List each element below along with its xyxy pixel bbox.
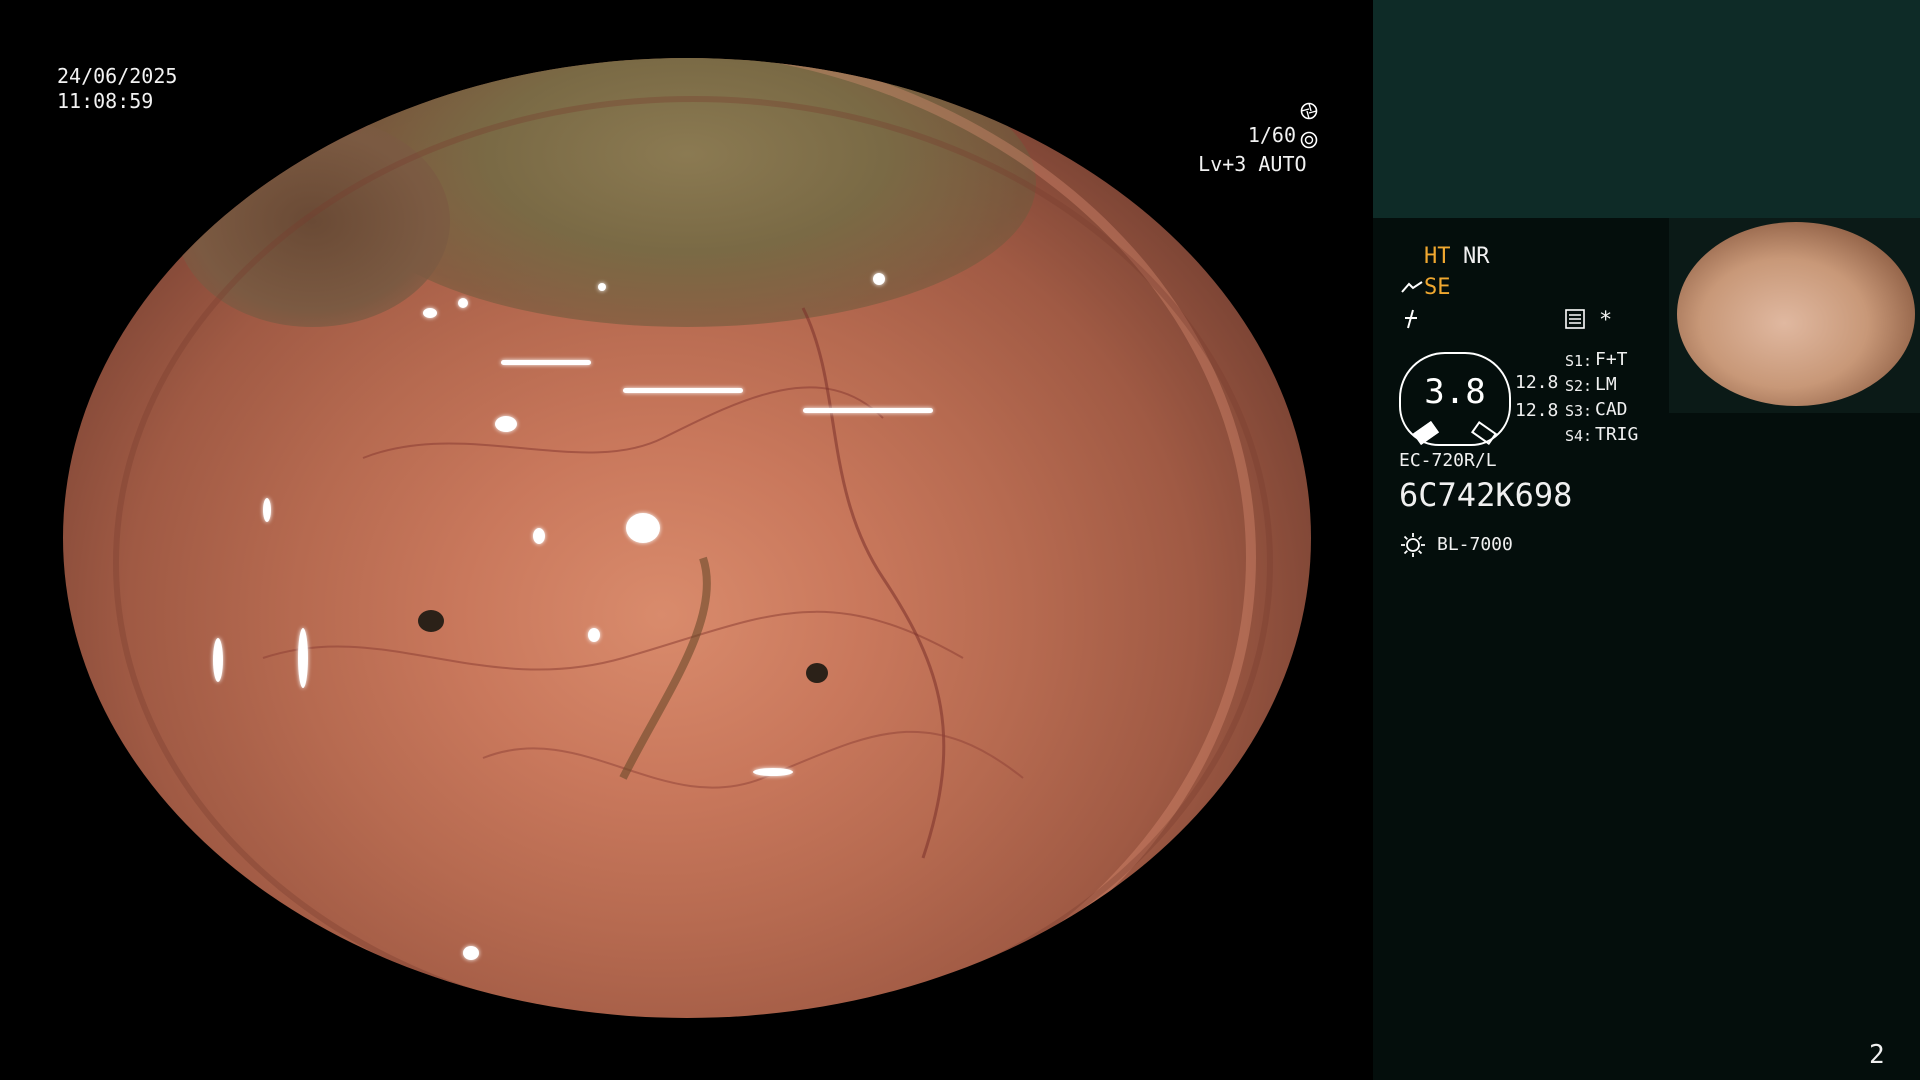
- osd-date: 24/06/2025: [57, 64, 178, 88]
- scope-tip-icon: [1401, 281, 1423, 293]
- switch-key-2: S2:: [1565, 377, 1593, 395]
- switch-value-2: LM: [1595, 374, 1617, 395]
- endoscopic-image: [63, 58, 1311, 1018]
- info-panel: HT NR SE * 3.8 12.8 12.8 S1: F+T S2: LM …: [1373, 0, 1920, 1080]
- nr-indicator: NR: [1463, 244, 1490, 269]
- specular-highlight: [423, 308, 437, 318]
- specular-highlight: [626, 513, 660, 543]
- osd-time: 11:08:59: [57, 89, 154, 113]
- frequency-icon: [1405, 309, 1417, 329]
- specular-highlight: [588, 628, 600, 642]
- switch-key-3: S3:: [1565, 402, 1593, 420]
- specular-highlight: [213, 638, 223, 682]
- panel-header-area: [1373, 0, 1920, 218]
- light-source-icon: [1401, 533, 1425, 557]
- auto-iris-icon: [1300, 131, 1318, 149]
- se-indicator: SE: [1424, 275, 1451, 300]
- specular-highlight: [463, 946, 479, 960]
- switch-value-4: TRIG: [1595, 424, 1639, 445]
- specular-highlight: [873, 273, 885, 285]
- page-number: 2: [1869, 1040, 1885, 1070]
- gauge-value: 3.8: [1424, 372, 1486, 412]
- gauge-right-value-2: 12.8: [1515, 400, 1559, 421]
- specular-highlight: [598, 283, 606, 291]
- specular-highlight: [803, 408, 933, 413]
- debris-spot: [806, 663, 828, 683]
- switch-value-1: F+T: [1595, 349, 1628, 370]
- switch-key-4: S4:: [1565, 427, 1593, 445]
- thumbnail-preview[interactable]: [1669, 218, 1920, 413]
- specular-highlight: [501, 360, 591, 365]
- switch-value-3: CAD: [1595, 399, 1628, 420]
- light-source-model: BL-7000: [1437, 534, 1513, 555]
- specular-highlight: [533, 528, 545, 544]
- asterisk-indicator: *: [1599, 308, 1613, 333]
- specular-highlight: [458, 298, 468, 308]
- gauge-marker-right: [1470, 420, 1498, 446]
- gauge-right-value-1: 12.8: [1515, 372, 1559, 393]
- osd-level: Lv+3 AUTO: [1150, 127, 1306, 202]
- specular-highlight: [753, 768, 793, 776]
- gauge-marker-left: [1412, 420, 1440, 446]
- shutter-icon: [1300, 102, 1318, 120]
- specular-highlight: [495, 416, 517, 432]
- switch-key-1: S1:: [1565, 352, 1593, 370]
- vessel-pattern: [262, 307, 1024, 859]
- specular-highlight: [263, 498, 271, 522]
- level-value: Lv+3 AUTO: [1198, 152, 1307, 176]
- structure-gauge: 3.8: [1399, 352, 1511, 446]
- scope-serial: 6C742K698: [1399, 476, 1573, 514]
- debris-spot: [418, 610, 444, 632]
- ht-indicator: HT: [1424, 244, 1451, 269]
- thumbnail-image: [1677, 222, 1915, 406]
- specular-highlight: [298, 628, 308, 688]
- specular-highlight: [623, 388, 743, 393]
- scope-model: EC-720R/L: [1399, 450, 1497, 471]
- settings-list-icon: [1565, 309, 1585, 329]
- endoscopy-view: 24/06/2025 11:08:59 1/60 Lv+3 AUTO: [0, 0, 1372, 1080]
